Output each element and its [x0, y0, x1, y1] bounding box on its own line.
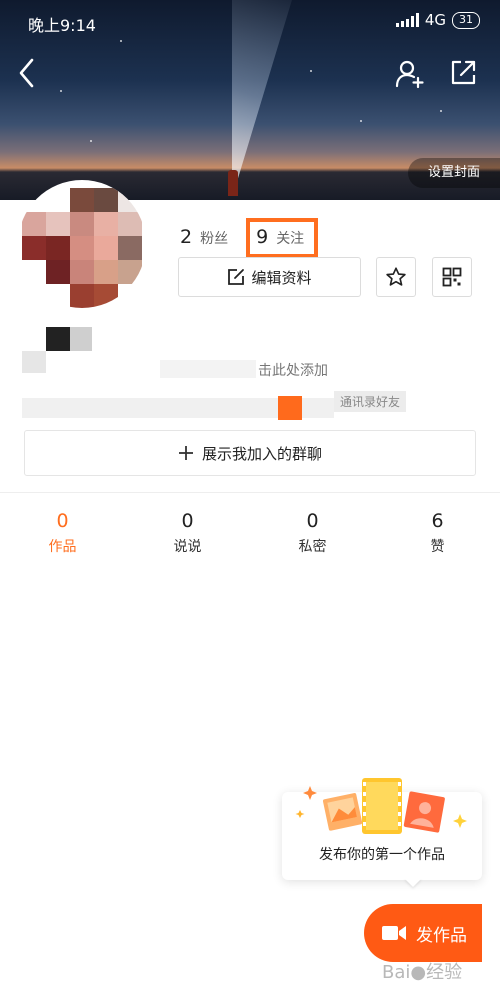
share-button[interactable] [448, 58, 478, 88]
show-groups-label: 展示我加入的群聊 [201, 444, 322, 463]
following-count: 9 [256, 226, 269, 248]
qr-code-button[interactable] [432, 257, 472, 297]
back-button[interactable] [14, 56, 44, 90]
redacted-block [22, 398, 278, 418]
status-indicators: 4G 31 [395, 11, 480, 29]
tab-posts[interactable]: 0 说说 [125, 508, 250, 564]
tab-works[interactable]: 0 作品 [0, 508, 125, 564]
publish-tip-text: 发布你的第一个作品 [319, 847, 445, 863]
chevron-left-icon [19, 58, 34, 88]
signal-icon [395, 13, 419, 27]
battery-icon: 31 [452, 11, 480, 29]
tab-count: 6 [431, 510, 444, 532]
tip-pointer [404, 878, 422, 887]
status-time: 晚上9:14 [28, 16, 96, 35]
share-icon [451, 60, 476, 85]
edit-icon [228, 269, 245, 285]
plus-icon [178, 446, 193, 460]
avatar-mosaic [18, 180, 146, 308]
avatar[interactable] [18, 180, 146, 308]
favorite-button[interactable] [376, 257, 416, 297]
edit-profile-label: 编辑资料 [251, 268, 312, 287]
redacted-block [278, 396, 302, 420]
media-illustration-icon [295, 778, 467, 834]
video-camera-icon [382, 926, 406, 940]
add-person-icon [395, 60, 424, 89]
tab-count: 0 [56, 510, 69, 532]
tab-count: 0 [306, 510, 319, 532]
redacted-block [160, 360, 256, 378]
signature-hint[interactable]: 击此处添加 [258, 360, 328, 380]
tab-label: 说说 [173, 539, 202, 555]
redacted-block [302, 398, 334, 418]
add-friend-button[interactable] [394, 58, 426, 90]
baidu-watermark: Bai●经验 [382, 962, 463, 983]
redacted-block [22, 351, 46, 373]
edit-profile-button[interactable]: 编辑资料 [178, 257, 361, 297]
publish-button[interactable]: 发作品 [364, 904, 482, 962]
star-icon [386, 267, 406, 286]
tab-count: 0 [181, 510, 194, 532]
section-divider [0, 492, 500, 493]
tab-likes[interactable]: 6 赞 [375, 508, 500, 564]
cover-figure [228, 170, 238, 196]
profile-stats: 2 粉丝 9 关注 [180, 218, 319, 258]
fans-stat[interactable]: 2 粉丝 [180, 226, 228, 248]
contacts-hint[interactable]: 通讯录好友 [334, 391, 407, 412]
following-label: 关注 [276, 231, 305, 247]
following-stat[interactable]: 9 关注 [246, 218, 319, 258]
tab-private[interactable]: 0 私密 [250, 508, 375, 564]
fans-label: 粉丝 [200, 231, 229, 247]
content-tabs: 0 作品 0 说说 0 私密 6 赞 [0, 508, 500, 564]
redacted-block [70, 327, 92, 351]
tab-label: 作品 [48, 539, 77, 555]
fans-count: 2 [180, 226, 193, 248]
publish-tip[interactable]: 发布你的第一个作品 [282, 778, 482, 880]
publish-label: 发作品 [416, 925, 467, 946]
set-cover-button[interactable]: 设置封面 [408, 158, 500, 188]
tab-label: 赞 [430, 539, 445, 555]
show-groups-button[interactable]: 展示我加入的群聊 [24, 430, 476, 476]
qr-code-icon [442, 267, 462, 287]
redacted-block [46, 327, 70, 351]
status-bar: 晚上9:14 4G 31 [0, 0, 500, 40]
network-type: 4G [424, 11, 446, 29]
tab-label: 私密 [298, 539, 327, 555]
